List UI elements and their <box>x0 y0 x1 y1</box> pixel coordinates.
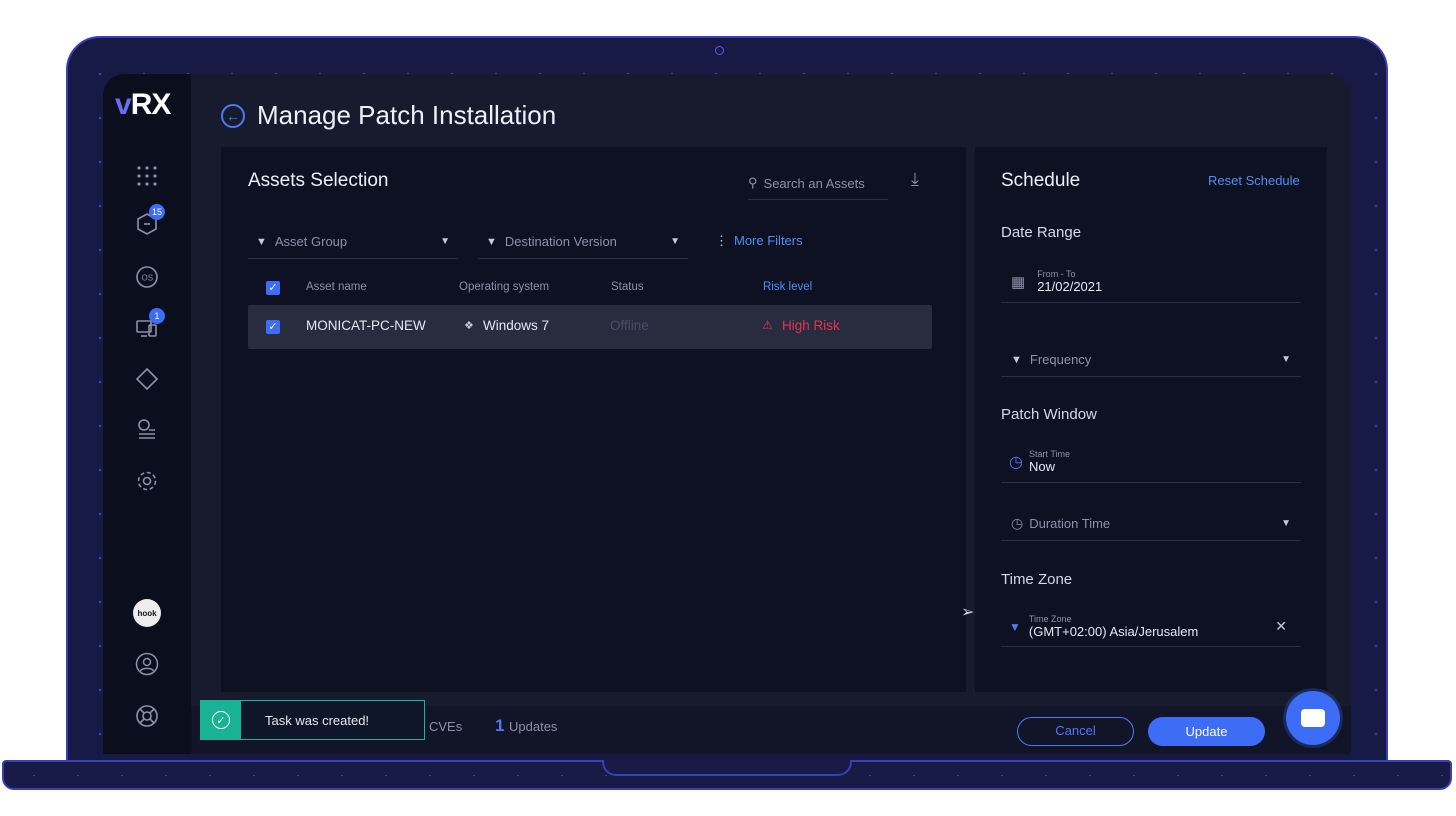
patch-window-label: Patch Window <box>1001 406 1097 423</box>
status-cell: Offline <box>610 318 649 333</box>
risk-cell: High Risk <box>782 318 840 333</box>
mouse-cursor-icon: ➢ <box>961 604 975 621</box>
schedule-panel: Schedule Reset Schedule Date Range ▦ Fro… <box>975 147 1327 692</box>
windows-icon: ❖ <box>464 320 474 332</box>
calendar-icon: ▦ <box>1011 273 1026 291</box>
download-icon[interactable]: ⤓ <box>911 169 919 190</box>
updates-label: Updates <box>509 719 558 734</box>
tasks-icon[interactable] <box>133 416 161 444</box>
user-profile-icon[interactable] <box>133 650 161 678</box>
chevron-down-icon: ▼ <box>440 236 450 247</box>
col-operating-system[interactable]: Operating system <box>459 281 549 293</box>
risk-warning-icon: ⚠ <box>762 318 773 332</box>
asset-name-cell: MONICAT-PC-NEW <box>306 318 426 333</box>
filter-funnel-icon: ▼ <box>1009 619 1021 634</box>
assets-selection-panel: Assets Selection ⚲ Search an Assets ⤓ ▼ … <box>221 147 966 692</box>
row-checkbox[interactable]: ✓ <box>266 320 280 334</box>
frequency-dropdown[interactable]: ▼ Frequency ▼ <box>1001 343 1301 377</box>
select-all-checkbox[interactable]: ✓ <box>266 281 280 295</box>
schedule-title: Schedule <box>1001 170 1081 191</box>
settings-gear-icon[interactable] <box>133 467 161 495</box>
duration-time-dropdown[interactable]: ◷ Duration Time ▼ <box>1001 507 1301 541</box>
col-status[interactable]: Status <box>611 281 644 293</box>
more-filters-link[interactable]: ⋮ More Filters <box>715 233 803 249</box>
date-range-label: Date Range <box>1001 224 1082 241</box>
col-asset-name[interactable]: Asset name <box>306 281 367 293</box>
clock-icon: ◷ <box>1011 515 1024 531</box>
app-screen: vRX 15 OS 1 hook ← Manage Patch Installa… <box>103 74 1351 754</box>
time-zone-field[interactable]: ▼ Time Zone (GMT+02:00) Asia/Jerusalem ✕ <box>1001 607 1301 647</box>
asset-group-filter[interactable]: ▼ Asset Group ▼ <box>248 225 458 259</box>
os-cell: Windows 7 <box>483 318 550 333</box>
destination-version-filter[interactable]: ▼ Destination Version ▼ <box>478 225 688 259</box>
laptop-notch <box>602 760 852 776</box>
patches-icon[interactable]: 15 <box>133 204 165 238</box>
diamond-icon[interactable] <box>133 365 161 393</box>
success-toast: ✓ Task was created! <box>200 700 425 740</box>
reset-schedule-link[interactable]: Reset Schedule <box>1208 173 1300 188</box>
cancel-button[interactable]: Cancel <box>1017 717 1134 746</box>
chevron-down-icon: ▼ <box>1281 354 1291 365</box>
cves-label: CVEs <box>429 719 463 734</box>
page-title: Manage Patch Installation <box>257 100 557 130</box>
clock-icon: ◷ <box>1009 453 1023 471</box>
assets-search-input[interactable]: ⚲ Search an Assets <box>748 167 888 200</box>
filter-funnel-icon: ▼ <box>256 235 267 248</box>
table-row[interactable]: ✓ MONICAT-PC-NEW ❖ Windows 7 Offline ⚠ H… <box>248 305 932 349</box>
back-arrow-icon[interactable]: ← <box>221 104 245 128</box>
updates-count: 1 <box>495 716 505 735</box>
chevron-down-icon: ▼ <box>670 236 680 247</box>
check-circle-icon: ✓ <box>201 701 241 739</box>
filter-funnel-icon: ▼ <box>486 235 497 248</box>
filter-funnel-icon: ▼ <box>1011 353 1022 366</box>
devices-badge: 1 <box>149 308 165 324</box>
devices-icon[interactable]: 1 <box>133 308 165 342</box>
clear-x-icon[interactable]: ✕ <box>1275 618 1287 635</box>
col-risk-level[interactable]: Risk level <box>763 281 812 293</box>
camera-dot <box>715 46 724 55</box>
kebab-icon: ⋮ <box>715 233 728 248</box>
chat-support-icon[interactable] <box>1286 691 1340 745</box>
assets-panel-title: Assets Selection <box>248 170 389 191</box>
time-zone-label: Time Zone <box>1001 571 1073 588</box>
org-avatar[interactable]: hook <box>133 599 161 627</box>
date-range-field[interactable]: ▦ From - To 21/02/2021 <box>1001 261 1301 303</box>
update-button[interactable]: Update <box>1148 717 1265 746</box>
apps-grid-icon[interactable] <box>133 162 161 190</box>
sidebar: vRX 15 OS 1 hook <box>103 74 191 754</box>
start-time-field[interactable]: ◷ Start Time Now <box>1001 441 1301 483</box>
svg-text:OS: OS <box>142 274 154 283</box>
search-icon: ⚲ <box>748 175 758 190</box>
app-logo[interactable]: vRX <box>115 88 171 122</box>
os-icon[interactable]: OS <box>133 263 161 291</box>
help-lifebuoy-icon[interactable] <box>133 702 161 730</box>
patches-badge: 15 <box>149 204 165 220</box>
chevron-down-icon: ▼ <box>1281 518 1291 529</box>
